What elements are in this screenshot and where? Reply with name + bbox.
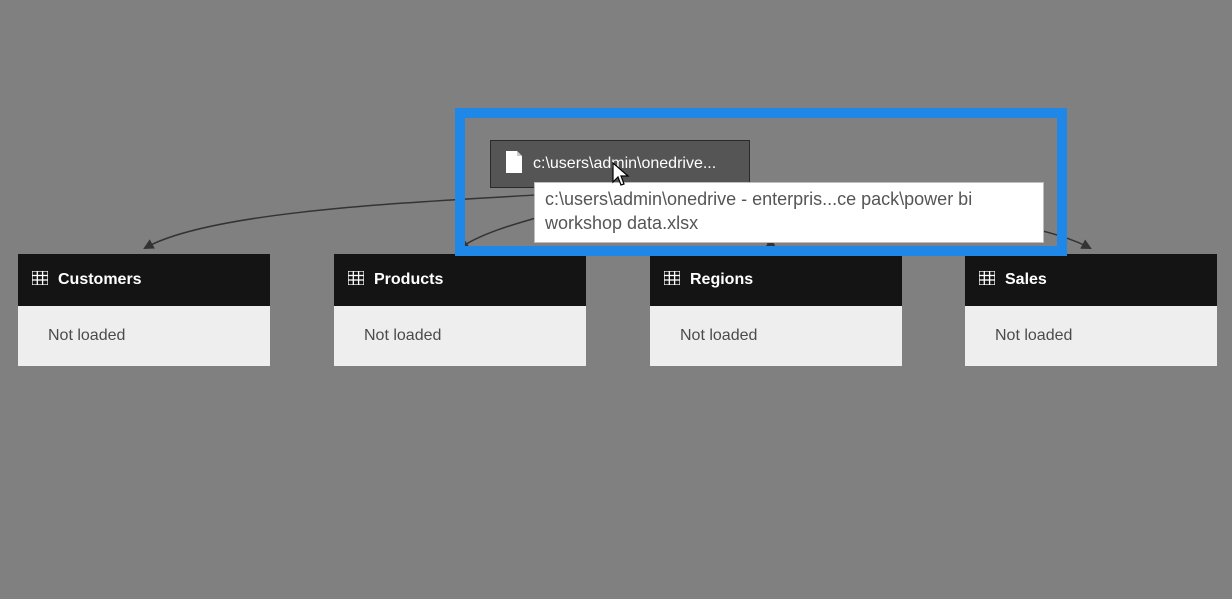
table-header: Customers — [18, 254, 270, 306]
table-icon — [348, 271, 364, 290]
data-source-node[interactable]: c:\users\admin\onedrive... — [490, 140, 750, 188]
table-header: Products — [334, 254, 586, 306]
table-node-customers[interactable]: Customers Not loaded — [18, 254, 270, 366]
data-source-label: c:\users\admin\onedrive... — [533, 155, 716, 173]
table-header: Sales — [965, 254, 1217, 306]
table-name: Regions — [690, 271, 753, 289]
table-status: Not loaded — [18, 306, 270, 366]
table-icon — [664, 271, 680, 290]
table-icon — [979, 271, 995, 290]
table-node-sales[interactable]: Sales Not loaded — [965, 254, 1217, 366]
source-path-tooltip: c:\users\admin\onedrive - enterpris...ce… — [534, 182, 1044, 243]
table-header: Regions — [650, 254, 902, 306]
table-name: Products — [374, 271, 443, 289]
file-icon — [505, 151, 523, 178]
table-name: Customers — [58, 271, 142, 289]
dependency-canvas[interactable]: c:\users\admin\onedrive... Customers Not… — [0, 0, 1232, 599]
table-status: Not loaded — [965, 306, 1217, 366]
table-node-products[interactable]: Products Not loaded — [334, 254, 586, 366]
table-name: Sales — [1005, 271, 1047, 289]
table-status: Not loaded — [650, 306, 902, 366]
table-icon — [32, 271, 48, 290]
table-status: Not loaded — [334, 306, 586, 366]
table-node-regions[interactable]: Regions Not loaded — [650, 254, 902, 366]
